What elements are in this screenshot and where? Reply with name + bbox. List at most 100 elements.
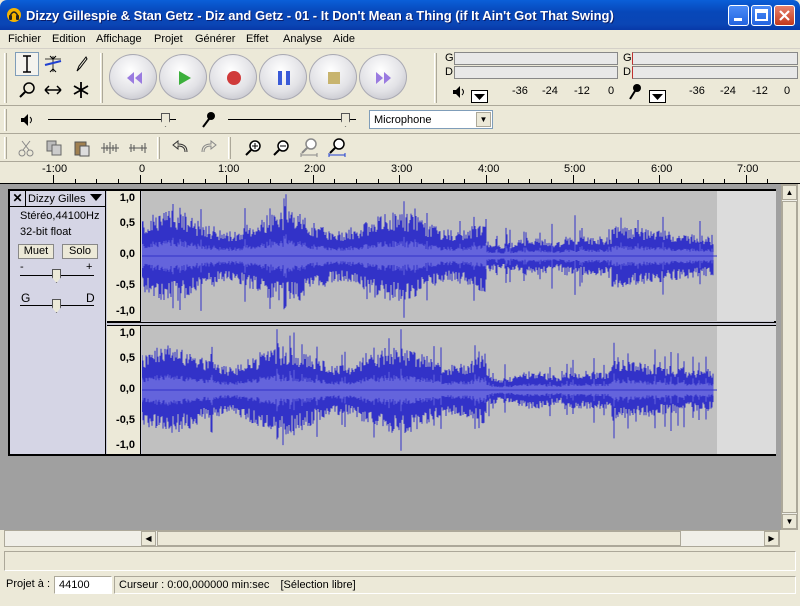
close-track-button[interactable]: ✕ bbox=[10, 191, 26, 207]
waveform-channel-right[interactable] bbox=[142, 326, 776, 454]
time-shift-tool-button[interactable] bbox=[41, 78, 65, 102]
input-source-select[interactable]: Microphone ▼ bbox=[369, 110, 493, 129]
fit-project-button[interactable] bbox=[325, 137, 349, 159]
minimize-button[interactable] bbox=[728, 5, 749, 26]
playback-meter-menu-button[interactable] bbox=[471, 90, 488, 103]
meter-bar-right bbox=[454, 66, 618, 79]
chevron-down-icon[interactable] bbox=[90, 194, 102, 201]
title-bar: Dizzy Gillespie & Stan Getz - Diz and Ge… bbox=[0, 0, 800, 30]
toolbar-grip[interactable] bbox=[228, 137, 231, 159]
menu-aide[interactable]: Aide bbox=[333, 33, 355, 45]
skip-to-start-button[interactable] bbox=[109, 54, 157, 100]
input-volume-slider[interactable] bbox=[228, 111, 356, 127]
toolbar-grip[interactable] bbox=[100, 53, 103, 103]
vertical-scrollbar[interactable]: ▲ ▼ bbox=[781, 184, 798, 530]
track-name-menu[interactable]: Dizzy Gilles bbox=[28, 193, 85, 205]
paste-button[interactable] bbox=[70, 137, 94, 159]
ruler-tick bbox=[270, 179, 271, 183]
ruler-tick bbox=[594, 179, 595, 183]
ibeam-icon bbox=[23, 55, 31, 73]
zoom-fit-project-icon bbox=[328, 138, 346, 157]
zoom-in-icon bbox=[245, 140, 261, 156]
ruler-label: 7:00 bbox=[737, 163, 759, 175]
scroll-right-button[interactable]: ▶ bbox=[764, 531, 779, 546]
speaker-icon bbox=[453, 86, 464, 98]
envelope-tool-button[interactable] bbox=[41, 52, 65, 76]
scroll-left-button[interactable]: ◀ bbox=[141, 531, 156, 546]
redo-button[interactable] bbox=[196, 137, 220, 159]
toolbar-grip[interactable] bbox=[157, 137, 160, 159]
scroll-up-button[interactable]: ▲ bbox=[782, 185, 797, 200]
copy-button[interactable] bbox=[42, 137, 66, 159]
selection-tool-button[interactable] bbox=[15, 52, 39, 76]
ruler-tick bbox=[248, 179, 249, 183]
toolbar-grip[interactable] bbox=[434, 53, 437, 103]
meter-scale-label: 0 bbox=[784, 85, 791, 97]
double-arrow-icon bbox=[44, 85, 62, 95]
mute-button[interactable]: Muet bbox=[18, 244, 54, 259]
ruler-tick bbox=[681, 179, 682, 183]
ruler-tick bbox=[75, 179, 76, 183]
silence-icon bbox=[129, 143, 147, 153]
solo-button[interactable]: Solo bbox=[62, 244, 98, 259]
play-button[interactable] bbox=[159, 54, 207, 100]
close-icon bbox=[779, 10, 790, 21]
undo-button[interactable] bbox=[169, 137, 193, 159]
ruler-tick bbox=[659, 175, 660, 183]
record-button[interactable] bbox=[209, 54, 257, 100]
asterisk-icon bbox=[73, 82, 89, 98]
chevron-down-icon[interactable]: ▼ bbox=[476, 112, 491, 127]
meter-scale-label: -24 bbox=[720, 85, 736, 97]
project-rate-field[interactable]: 44100 bbox=[54, 576, 112, 594]
ruler-label: -1:00 bbox=[42, 163, 68, 175]
toolbar-grip[interactable] bbox=[4, 53, 7, 103]
waveform-channel-left[interactable] bbox=[142, 191, 776, 321]
menu-projet[interactable]: Projet bbox=[154, 33, 183, 45]
slider-thumb[interactable] bbox=[161, 113, 170, 127]
track-panel[interactable]: ✕ Dizzy Gilles Stéréo,44100Hz 32-bit flo… bbox=[0, 184, 781, 530]
scroll-down-button[interactable]: ▼ bbox=[782, 514, 797, 529]
output-volume-slider[interactable] bbox=[48, 111, 176, 127]
menu-affichage[interactable]: Affichage bbox=[96, 33, 142, 45]
silence-button[interactable] bbox=[126, 137, 150, 159]
maximize-button[interactable] bbox=[751, 5, 772, 26]
multi-tool-button[interactable] bbox=[69, 78, 93, 102]
timeline-ruler[interactable]: -1:00 0 1:00 2:00 3:00 4:00 5:00 6:00 7:… bbox=[0, 162, 800, 184]
menu-effet[interactable]: Effet bbox=[246, 33, 268, 45]
slider-thumb[interactable] bbox=[341, 113, 350, 127]
audio-track[interactable]: ✕ Dizzy Gilles Stéréo,44100Hz 32-bit flo… bbox=[8, 189, 776, 456]
record-meter-menu-button[interactable] bbox=[649, 90, 666, 103]
pause-button[interactable] bbox=[259, 54, 307, 100]
cut-button[interactable] bbox=[14, 137, 38, 159]
envelope-icon bbox=[44, 55, 62, 73]
draw-tool-button[interactable] bbox=[69, 52, 93, 76]
toolbar-grip[interactable] bbox=[4, 137, 7, 159]
slider-thumb[interactable] bbox=[52, 299, 61, 313]
toolbar-grip[interactable] bbox=[4, 109, 7, 131]
skip-to-end-button[interactable] bbox=[359, 54, 407, 100]
trim-button[interactable] bbox=[98, 137, 122, 159]
horizontal-scroll-thumb[interactable] bbox=[157, 531, 681, 546]
slider-thumb[interactable] bbox=[52, 269, 61, 283]
stop-button[interactable] bbox=[309, 54, 357, 100]
zoom-in-button[interactable] bbox=[241, 137, 265, 159]
ruler-tick bbox=[486, 175, 487, 183]
menu-analyse[interactable]: Analyse bbox=[283, 33, 322, 45]
microphone-icon bbox=[629, 84, 641, 100]
ruler-tick bbox=[226, 175, 227, 183]
magnifier-icon bbox=[19, 82, 35, 98]
horizontal-scrollbar[interactable]: ◀ ▶ bbox=[4, 530, 780, 547]
meter-bar-left bbox=[454, 52, 618, 65]
fit-selection-button[interactable] bbox=[297, 137, 321, 159]
close-window-button[interactable] bbox=[774, 5, 795, 26]
pan-slider[interactable] bbox=[20, 297, 94, 313]
ruler-tick bbox=[551, 179, 552, 183]
vertical-scroll-thumb[interactable] bbox=[782, 201, 797, 513]
zoom-out-button[interactable] bbox=[269, 137, 293, 159]
gain-slider[interactable] bbox=[20, 267, 94, 283]
menu-generer[interactable]: Générer bbox=[195, 33, 235, 45]
menu-edition[interactable]: Edition bbox=[52, 33, 86, 45]
zoom-tool-button[interactable] bbox=[15, 78, 39, 102]
ruler-tick bbox=[205, 179, 206, 183]
menu-fichier[interactable]: Fichier bbox=[8, 33, 41, 45]
